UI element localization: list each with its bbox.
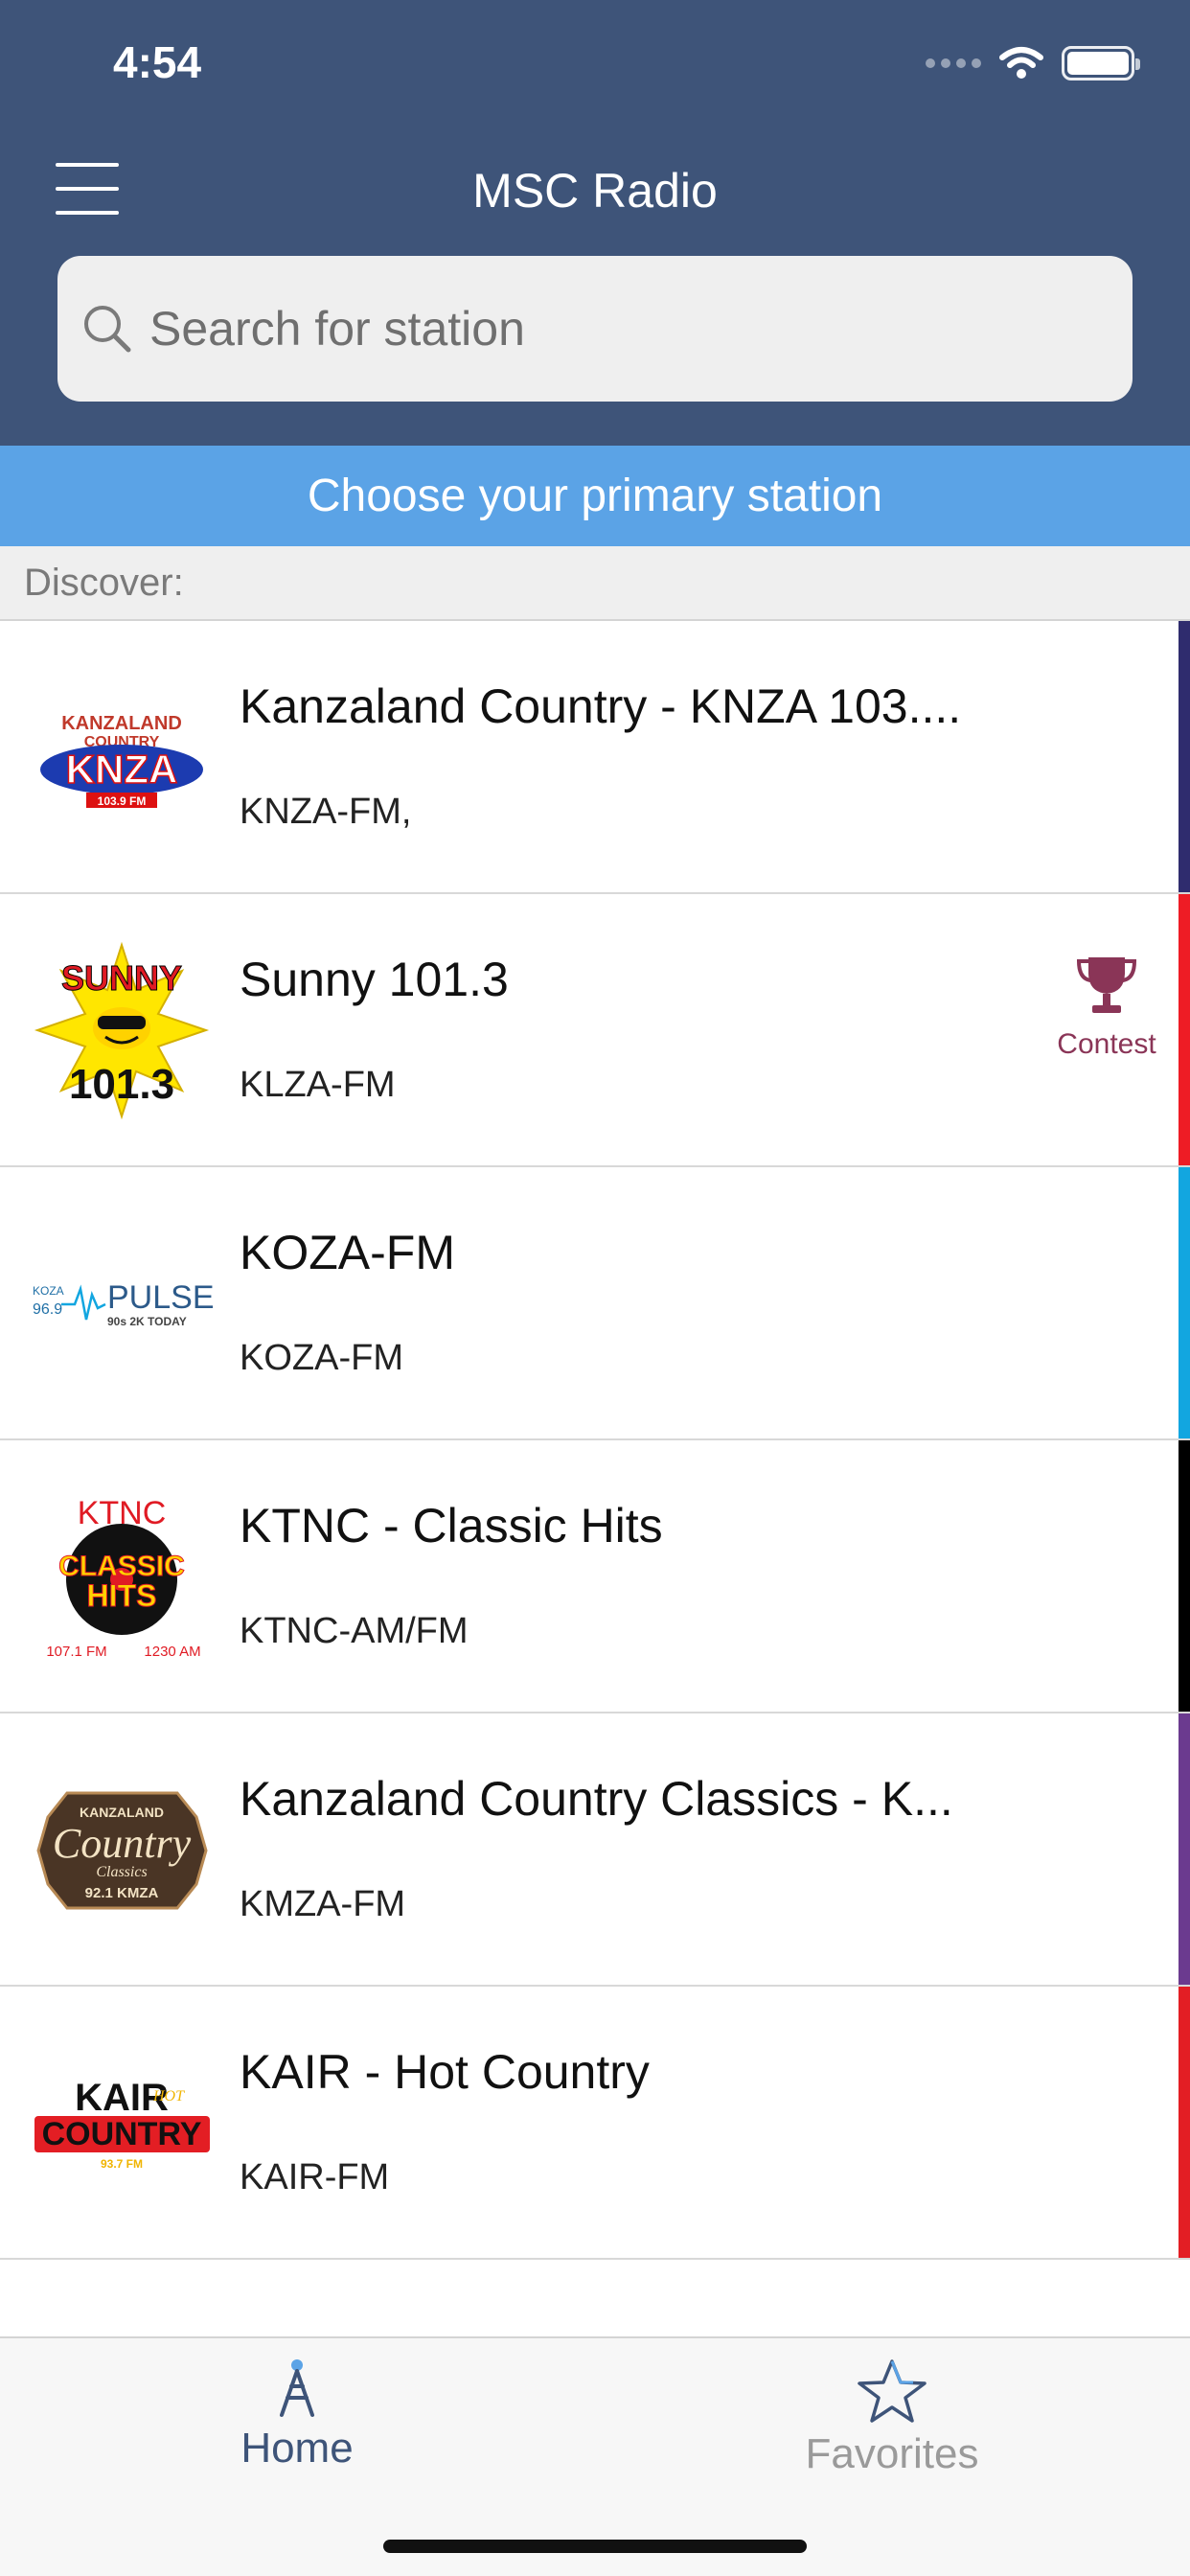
station-color-stripe	[1179, 1714, 1190, 1985]
station-color-stripe	[1179, 621, 1190, 892]
svg-text:92.1 KMZA: 92.1 KMZA	[85, 1885, 159, 1901]
svg-text:90s 2K TODAY: 90s 2K TODAY	[107, 1315, 187, 1328]
station-callsign: KTNC-AM/FM	[240, 1611, 469, 1651]
station-callsign: KLZA-FM	[240, 1065, 396, 1105]
station-color-stripe	[1179, 894, 1190, 1165]
trophy-icon	[1076, 957, 1137, 1013]
contest-label: Contest	[1057, 1028, 1156, 1060]
station-logo: KOZA 96.9 PULSE 90s 2K TODAY	[29, 1210, 216, 1397]
svg-text:101.3: 101.3	[69, 1061, 174, 1108]
status-icons	[926, 46, 1140, 80]
station-callsign: KOZA-FM	[240, 1338, 403, 1378]
svg-text:93.7 FM: 93.7 FM	[101, 2157, 143, 2171]
primary-station-banner[interactable]: Choose your primary station	[0, 446, 1190, 546]
station-name: KAIR - Hot Country	[240, 2045, 650, 2099]
svg-text:KANZALAND: KANZALAND	[61, 713, 182, 734]
station-name: KTNC - Classic Hits	[240, 1499, 663, 1552]
wifi-icon	[999, 47, 1043, 79]
svg-text:107.1 FM: 107.1 FM	[46, 1644, 106, 1660]
svg-text:96.9: 96.9	[33, 1301, 62, 1318]
station-callsign: KNZA-FM,	[240, 792, 412, 832]
station-callsign: KMZA-FM	[240, 1884, 406, 1924]
svg-text:HITS: HITS	[87, 1578, 157, 1613]
status-time: 4:54	[113, 37, 202, 87]
station-logo: KANZALAND COUNTRY KNZA 103.9 FM	[29, 664, 216, 851]
station-name: Kanzaland Country - KNZA 103....	[240, 679, 962, 733]
contest-button[interactable]: Contest	[1044, 952, 1169, 1061]
station-row[interactable]: KANZALAND Country Classics 92.1 KMZA Kan…	[0, 1714, 1190, 1987]
station-color-stripe	[1179, 1987, 1190, 2258]
svg-text:Classics: Classics	[96, 1864, 147, 1880]
svg-text:KOZA: KOZA	[33, 1284, 64, 1298]
svg-text:KNZA: KNZA	[66, 747, 178, 792]
battery-icon	[1062, 46, 1140, 80]
tab-home-label: Home	[240, 2425, 354, 2472]
station-logo: SUNNY 101.3	[29, 937, 216, 1124]
station-row[interactable]: SUNNY 101.3 Sunny 101.3 KLZA-FM Contest	[0, 894, 1190, 1167]
station-logo: KANZALAND Country Classics 92.1 KMZA	[29, 1757, 216, 1944]
station-color-stripe	[1179, 1167, 1190, 1438]
station-list[interactable]: KANZALAND COUNTRY KNZA 103.9 FM Kanzalan…	[0, 621, 1190, 2260]
svg-text:HOT: HOT	[152, 2088, 185, 2104]
station-logo: KAIR HOT COUNTRY 93.7 FM	[29, 2030, 216, 2217]
svg-text:SUNNY: SUNNY	[61, 958, 182, 998]
tab-home[interactable]: Home	[153, 2358, 441, 2472]
search-icon	[84, 306, 131, 353]
svg-text:COUNTRY: COUNTRY	[42, 2116, 202, 2152]
star-icon	[858, 2359, 927, 2423]
radio-tower-icon	[280, 2359, 314, 2417]
station-color-stripe	[1179, 1440, 1190, 1712]
cellular-signal-icon	[926, 58, 981, 68]
search-bar[interactable]	[57, 256, 1133, 402]
station-name: Kanzaland Country Classics - K...	[240, 1772, 953, 1826]
station-row[interactable]: KTNC CLASSIC HITS 107.1 FM 1230 AM KTNC …	[0, 1440, 1190, 1714]
svg-text:PULSE: PULSE	[107, 1279, 215, 1316]
svg-text:1230 AM: 1230 AM	[144, 1644, 200, 1660]
svg-text:Country: Country	[53, 1820, 192, 1867]
station-callsign: KAIR-FM	[240, 2157, 390, 2197]
tab-favorites[interactable]: Favorites	[748, 2358, 1036, 2478]
svg-text:103.9 FM: 103.9 FM	[98, 794, 147, 808]
station-row[interactable]: KAIR HOT COUNTRY 93.7 FM KAIR - Hot Coun…	[0, 1987, 1190, 2260]
discover-section-header: Discover:	[0, 546, 1190, 621]
station-name: KOZA-FM	[240, 1226, 455, 1279]
tab-favorites-label: Favorites	[805, 2430, 979, 2477]
svg-text:KANZALAND: KANZALAND	[80, 1805, 164, 1820]
station-logo: KTNC CLASSIC HITS 107.1 FM 1230 AM	[29, 1484, 216, 1670]
station-row[interactable]: KOZA 96.9 PULSE 90s 2K TODAY KOZA-FM KOZ…	[0, 1167, 1190, 1440]
home-indicator	[383, 2540, 807, 2553]
station-name: Sunny 101.3	[240, 953, 509, 1006]
search-input[interactable]	[149, 301, 1069, 356]
app-title: MSC Radio	[472, 164, 718, 218]
app-header: 4:54 MSC Radio	[0, 0, 1190, 446]
station-row[interactable]: KANZALAND COUNTRY KNZA 103.9 FM Kanzalan…	[0, 621, 1190, 894]
